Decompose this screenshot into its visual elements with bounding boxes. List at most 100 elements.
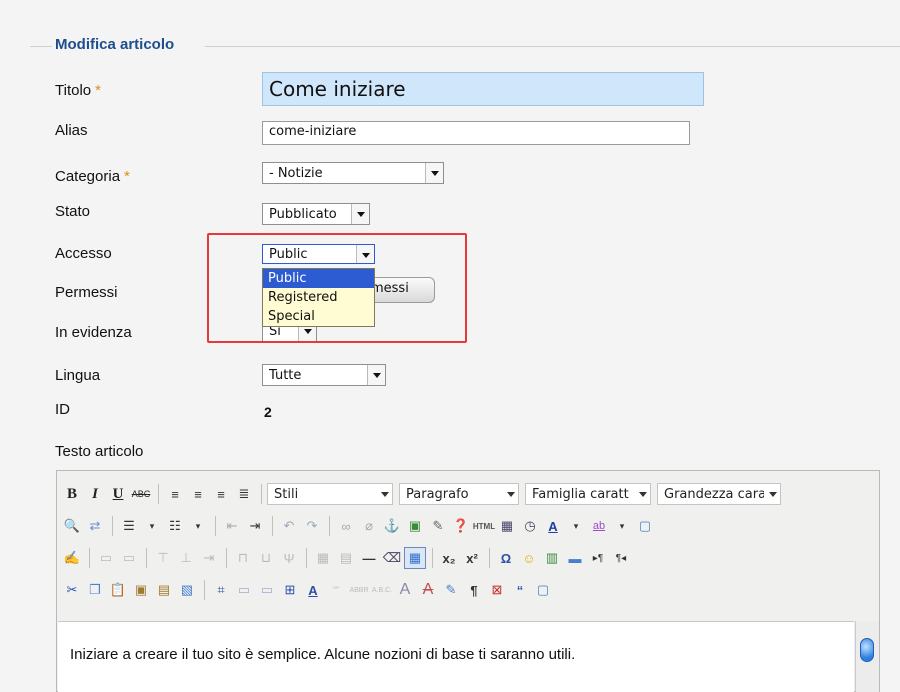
status-select[interactable]: Pubblicato (262, 203, 370, 225)
toolbar-row-3: ✍ ▭ ▭ ⊤ ⊥ ⇥ ⊓ ⊔ Ψ ▦ ▤ — ⌫ ▦ x₂ x² Ω ☺ ▥ … (61, 543, 633, 573)
font-size-select-value: Grandezza cara (664, 487, 764, 502)
anchor-icon[interactable]: ⚓ (381, 515, 403, 537)
cut-icon[interactable]: ✂ (61, 579, 83, 601)
paste-word-icon[interactable]: ▤ (153, 579, 175, 601)
unlink-icon[interactable]: ⌀ (358, 515, 380, 537)
attributes-icon[interactable]: ✎ (440, 579, 462, 601)
italic-icon[interactable]: I (84, 483, 106, 505)
visual-aid-icon[interactable]: ▦ (404, 547, 426, 569)
paragraph-select[interactable]: Paragrafo (399, 483, 519, 505)
redo-icon[interactable]: ↷ (301, 515, 323, 537)
delete-col-icon[interactable]: Ψ (278, 547, 300, 569)
text-color-dropdown-icon[interactable]: ▾ (565, 515, 587, 537)
bullet-list-icon[interactable]: ☰ (118, 515, 140, 537)
insert-row-icon[interactable]: ⊞ (279, 579, 301, 601)
help-icon[interactable]: ❓ (450, 515, 472, 537)
category-select[interactable]: - Notizie (262, 162, 444, 184)
toolbar-separator (272, 516, 273, 536)
abbr-icon[interactable]: ABBR (348, 579, 370, 601)
edit-css-icon[interactable]: ✍ (61, 547, 83, 569)
align-center-icon[interactable]: ≡ (187, 483, 209, 505)
media-icon[interactable]: ▥ (541, 547, 563, 569)
chevron-down-icon (351, 204, 369, 224)
toolbar-row-2: 🔍 ⇄ ☰ ▾ ☷ ▾ ⇤ ⇥ ↶ ↷ ∞ ⌀ ⚓ ▣ ✎ ❓ HTML ▦ ◷… (61, 511, 657, 541)
editor-scrollbar[interactable] (855, 621, 879, 692)
image-icon[interactable]: ▣ (404, 515, 426, 537)
insert-table-icon[interactable]: ⌗ (210, 579, 232, 601)
text-color-icon[interactable]: A (542, 515, 564, 537)
col-before-icon[interactable]: ⊓ (232, 547, 254, 569)
numbered-list-dropdown-icon[interactable]: ▾ (187, 515, 209, 537)
html-icon[interactable]: HTML (473, 515, 495, 537)
category-label: Categoria * (55, 168, 130, 185)
blockquote-icon[interactable]: “ (509, 579, 531, 601)
scrollbar-thumb[interactable] (860, 638, 874, 662)
toolbar-separator (432, 548, 433, 568)
category-label-text: Categoria (55, 168, 121, 185)
toolbar-separator (112, 516, 113, 536)
background-color-icon[interactable]: ab (588, 515, 610, 537)
col-after-icon[interactable]: ⊔ (255, 547, 277, 569)
outdent-icon[interactable]: ⇤ (221, 515, 243, 537)
insert-time-icon[interactable]: ◷ (519, 515, 541, 537)
row-after-icon[interactable]: ⊥ (175, 547, 197, 569)
featured-label: In evidenza (55, 324, 132, 341)
select-all-icon[interactable]: ▧ (176, 579, 198, 601)
horizontal-rule-icon[interactable]: — (358, 547, 380, 569)
copy-icon[interactable]: ❐ (84, 579, 106, 601)
title-input[interactable]: Come iniziare (262, 72, 704, 106)
align-justify-icon[interactable]: ≣ (233, 483, 255, 505)
horizontal-line-icon[interactable]: ▬ (564, 547, 586, 569)
special-char-icon[interactable]: Ω (495, 547, 517, 569)
acronym-icon[interactable]: A.B.C. (371, 579, 393, 601)
find-icon[interactable]: 🔍 (61, 515, 83, 537)
align-right-icon[interactable]: ≡ (210, 483, 232, 505)
replace-icon[interactable]: ⇄ (84, 515, 106, 537)
undo-icon[interactable]: ↶ (278, 515, 300, 537)
underline-icon[interactable]: U (107, 483, 129, 505)
editor-content-area[interactable]: Iniziare a creare il tuo sito è semplice… (58, 621, 854, 692)
visual-chars-icon[interactable]: ¶ (463, 579, 485, 601)
link-icon[interactable]: ∞ (335, 515, 357, 537)
rtl-icon[interactable]: ¶◂ (610, 547, 632, 569)
cite-icon[interactable]: “” (325, 579, 347, 601)
chevron-down-icon (636, 484, 650, 504)
table-props-icon[interactable]: ▭ (233, 579, 255, 601)
cell-props-icon[interactable]: ▭ (256, 579, 278, 601)
superscript-icon[interactable]: x² (461, 547, 483, 569)
bullet-list-dropdown-icon[interactable]: ▾ (141, 515, 163, 537)
subscript-icon[interactable]: x₂ (438, 547, 460, 569)
insert-text-icon[interactable]: A (394, 579, 416, 601)
language-select-value: Tutte (269, 368, 302, 383)
delete-text-icon[interactable]: A (417, 579, 439, 601)
font-size-select[interactable]: Grandezza cara (657, 483, 781, 505)
paste-icon[interactable]: 📋 (107, 579, 129, 601)
indent-icon[interactable]: ⇥ (244, 515, 266, 537)
absolute-position-icon[interactable]: ▭ (118, 547, 140, 569)
align-left-icon[interactable]: ≡ (164, 483, 186, 505)
row-before-icon[interactable]: ⊤ (152, 547, 174, 569)
numbered-list-icon[interactable]: ☷ (164, 515, 186, 537)
ltr-icon[interactable]: ▸¶ (587, 547, 609, 569)
paste-text-icon[interactable]: ▣ (130, 579, 152, 601)
remove-format-icon[interactable]: ⌫ (381, 547, 403, 569)
bold-icon[interactable]: B (61, 483, 83, 505)
styles-select[interactable]: Stili (267, 483, 393, 505)
background-color-dropdown-icon[interactable]: ▾ (611, 515, 633, 537)
template-icon[interactable]: ▢ (532, 579, 554, 601)
split-cells-icon[interactable]: ▦ (312, 547, 334, 569)
strikethrough-icon[interactable]: ABC (130, 483, 152, 505)
insert-date-icon[interactable]: ▦ (496, 515, 518, 537)
delete-row-icon[interactable]: ⇥ (198, 547, 220, 569)
toolbar-separator (226, 548, 227, 568)
alias-input[interactable]: come-iniziare (262, 121, 690, 145)
emoticons-icon[interactable]: ☺ (518, 547, 540, 569)
font-family-select[interactable]: Famiglia caratt (525, 483, 651, 505)
insert-layer-icon[interactable]: ▭ (95, 547, 117, 569)
merge-cells-icon[interactable]: ▤ (335, 547, 357, 569)
fullscreen-icon[interactable]: ▢ (634, 515, 656, 537)
cleanup-icon[interactable]: ✎ (427, 515, 449, 537)
non-breaking-icon[interactable]: ⊠ (486, 579, 508, 601)
language-select[interactable]: Tutte (262, 364, 386, 386)
styleprops-icon[interactable]: A (302, 579, 324, 601)
